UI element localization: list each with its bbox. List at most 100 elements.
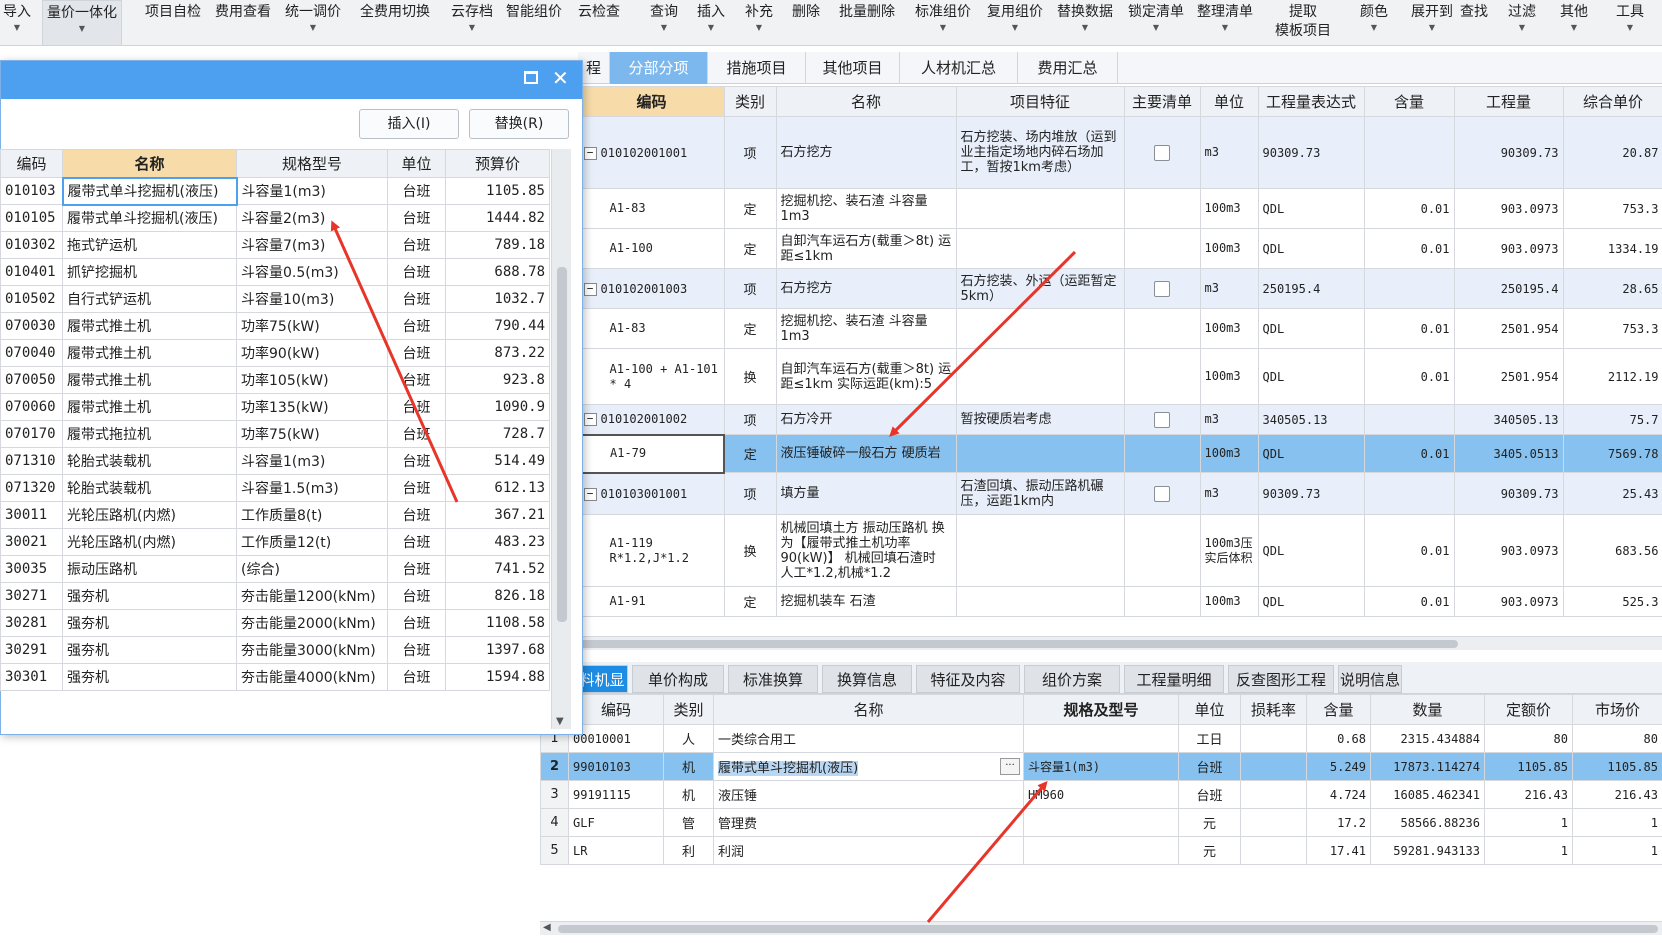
machine-price-cell[interactable]: 612.13 [445,474,550,502]
resource-cat-cell[interactable]: 机 [663,780,714,809]
expression-cell[interactable]: QDL [1257,308,1365,349]
toolbar-button-20[interactable]: 颜色 ▼ [1346,0,1402,46]
scrollbar-thumb[interactable] [578,640,1458,648]
content-cell[interactable] [1363,116,1455,189]
main-list-cell[interactable] [1123,228,1201,269]
machine-unit-cell[interactable]: 台班 [387,366,446,394]
resource-loss-cell[interactable] [1240,752,1307,781]
category-cell[interactable]: 定 [723,586,777,617]
expression-cell[interactable]: QDL [1257,348,1365,405]
dropdown-arrow-icon[interactable]: ▼ [1600,22,1660,34]
feature-cell[interactable]: 暂按硬质岩考虑 [955,404,1125,435]
replace-button[interactable]: 替换(R) [469,109,569,139]
code-cell[interactable]: A1-119 R*1.2,J*1.2 [578,514,725,587]
machine-row[interactable]: 070040 履带式推土机 功率90(kW) 台班 873.22 [0,339,550,367]
top-tab-3[interactable]: 其他项目 [806,52,900,84]
code-cell[interactable]: A1-79 [578,433,725,474]
dialog-header-0[interactable]: 编码 [0,149,63,178]
resource-name-cell[interactable]: 液压锤 [713,780,1024,809]
resource-content-cell[interactable]: 4.724 [1306,780,1371,809]
resource-cat-cell[interactable]: 人 [663,724,714,753]
dialog-vertical-scrollbar[interactable]: ▼ [551,149,571,729]
machine-code-cell[interactable]: 071310 [0,447,63,475]
machine-name-cell[interactable]: 振动压路机 [62,555,237,583]
detail-tab-5[interactable]: 组价方案 [1024,665,1120,693]
machine-spec-cell[interactable]: 功率90(kW) [236,339,388,367]
resource-n-cell[interactable]: 3 [540,780,569,809]
code-cell[interactable]: −010103001001 [578,472,725,515]
machine-row[interactable]: 30271 强夯机 夯击能量1200(kNm) 台班 826.18 [0,582,550,610]
name-cell[interactable]: 自卸汽车运石方(载重＞8t) 运距≤1km [775,228,957,269]
machine-name-cell[interactable]: 履带式推土机 [62,312,237,340]
machine-name-cell[interactable]: 轮胎式装载机 [62,474,237,502]
resource-base-cell[interactable]: 1 [1484,836,1573,865]
resource-horizontal-scrollbar[interactable]: ◀ [540,921,1662,935]
unit-cell[interactable]: 100m3压实后体积 [1199,514,1259,587]
content-cell[interactable]: 0.01 [1363,308,1455,349]
machine-unit-cell[interactable]: 台班 [387,582,446,610]
bill-row[interactable]: A1-91 定 挖掘机装车 石渣 100m3 QDL 0.01 903.0973 525.3 [578,586,1662,617]
toolbar-button-24[interactable]: 其他 ▼ [1552,0,1596,46]
main-list-cell[interactable] [1123,586,1201,617]
expression-cell[interactable]: QDL [1257,188,1365,229]
expression-cell[interactable]: QDL [1257,228,1365,269]
toolbar-button-2[interactable]: 项目自检 [140,0,206,46]
expression-cell[interactable]: 250195.4 [1257,268,1365,309]
machine-price-cell[interactable]: 514.49 [445,447,550,475]
unit-cell[interactable]: m3 [1199,116,1259,189]
toolbar-button-4[interactable]: 统一调价 ▼ [280,0,346,46]
machine-price-cell[interactable]: 873.22 [445,339,550,367]
dropdown-arrow-icon[interactable]: ▼ [738,22,780,34]
quantity-cell[interactable]: 903.0973 [1453,514,1564,587]
resource-spec-cell[interactable] [1023,808,1179,837]
close-icon[interactable]: ✕ [552,66,569,90]
toolbar-button-7[interactable]: 智能组价 [500,0,568,46]
name-cell[interactable]: 填方量 [775,472,957,515]
machine-row[interactable]: 010103 履带式单斗挖掘机(液压) 斗容量1(m3) 台班 1105.85 [0,176,550,206]
machine-code-cell[interactable]: 070040 [0,339,63,367]
name-cell[interactable]: 石方挖方 [775,116,957,189]
machine-unit-cell[interactable]: 台班 [387,528,446,556]
resource-market-cell[interactable]: 216.43 [1572,780,1662,809]
resource-spec-cell[interactable] [1023,724,1179,753]
content-cell[interactable] [1363,472,1455,515]
dialog-title-bar[interactable]: ✕ [1,61,582,99]
code-cell[interactable]: −010102001001 [578,116,725,189]
content-cell[interactable]: 0.01 [1363,434,1455,473]
machine-name-cell[interactable]: 强夯机 [62,582,237,610]
expression-cell[interactable]: QDL [1257,514,1365,587]
resource-name-cell[interactable]: 履带式单斗挖掘机(液压) ··· [713,752,1024,781]
toolbar-button-1[interactable]: 量价一体化 ▼ [42,0,122,46]
toolbar-button-17[interactable]: 锁定清单 ▼ [1124,0,1188,46]
machine-spec-cell[interactable]: (综合) [236,555,388,583]
machine-row[interactable]: 30301 强夯机 夯击能量4000(kNm) 台班 1594.88 [0,663,550,691]
content-cell[interactable]: 0.01 [1363,514,1455,587]
expression-cell[interactable]: QDL [1257,586,1365,617]
resource-header-7[interactable]: 数量 [1370,694,1485,725]
category-cell[interactable]: 换 [723,348,777,405]
machine-name-cell[interactable]: 拖式铲运机 [62,231,237,259]
toolbar-button-21[interactable]: 展开到 ▼ [1406,0,1458,46]
resource-content-cell[interactable]: 17.2 [1306,808,1371,837]
machine-price-cell[interactable]: 1032.7 [445,285,550,313]
collapse-icon[interactable]: − [583,146,597,160]
resource-base-cell[interactable]: 1105.85 [1484,752,1573,781]
main-header-3[interactable]: 项目特征 [955,86,1125,117]
unit-price-cell[interactable]: 2112.19 [1562,348,1662,405]
dropdown-arrow-icon[interactable]: ▼ [1552,22,1596,34]
category-cell[interactable]: 定 [723,228,777,269]
main-list-checkbox[interactable] [1154,485,1170,502]
toolbar-button-11[interactable]: 补充 ▼ [738,0,780,46]
category-cell[interactable]: 定 [723,434,777,473]
category-cell[interactable]: 项 [723,116,777,189]
machine-name-cell[interactable]: 履带式拖拉机 [62,420,237,448]
resource-unit-cell[interactable]: 元 [1178,836,1241,865]
machine-unit-cell[interactable]: 台班 [387,609,446,637]
machine-spec-cell[interactable]: 斗容量2(m3) [236,204,388,232]
expression-cell[interactable]: 90309.73 [1257,472,1365,515]
name-cell[interactable]: 机械回填土方 振动压路机 换为【履带式推土机功率90(kW)】 机械回填石渣时 … [775,514,957,587]
resource-header-6[interactable]: 含量 [1306,694,1371,725]
machine-price-cell[interactable]: 923.8 [445,366,550,394]
toolbar-button-6[interactable]: 云存档 ▼ [448,0,496,46]
bill-row[interactable]: −010102001001 项 石方挖方 石方挖装、场内堆放（运到业主指定场地内碎石场… [578,116,1662,189]
